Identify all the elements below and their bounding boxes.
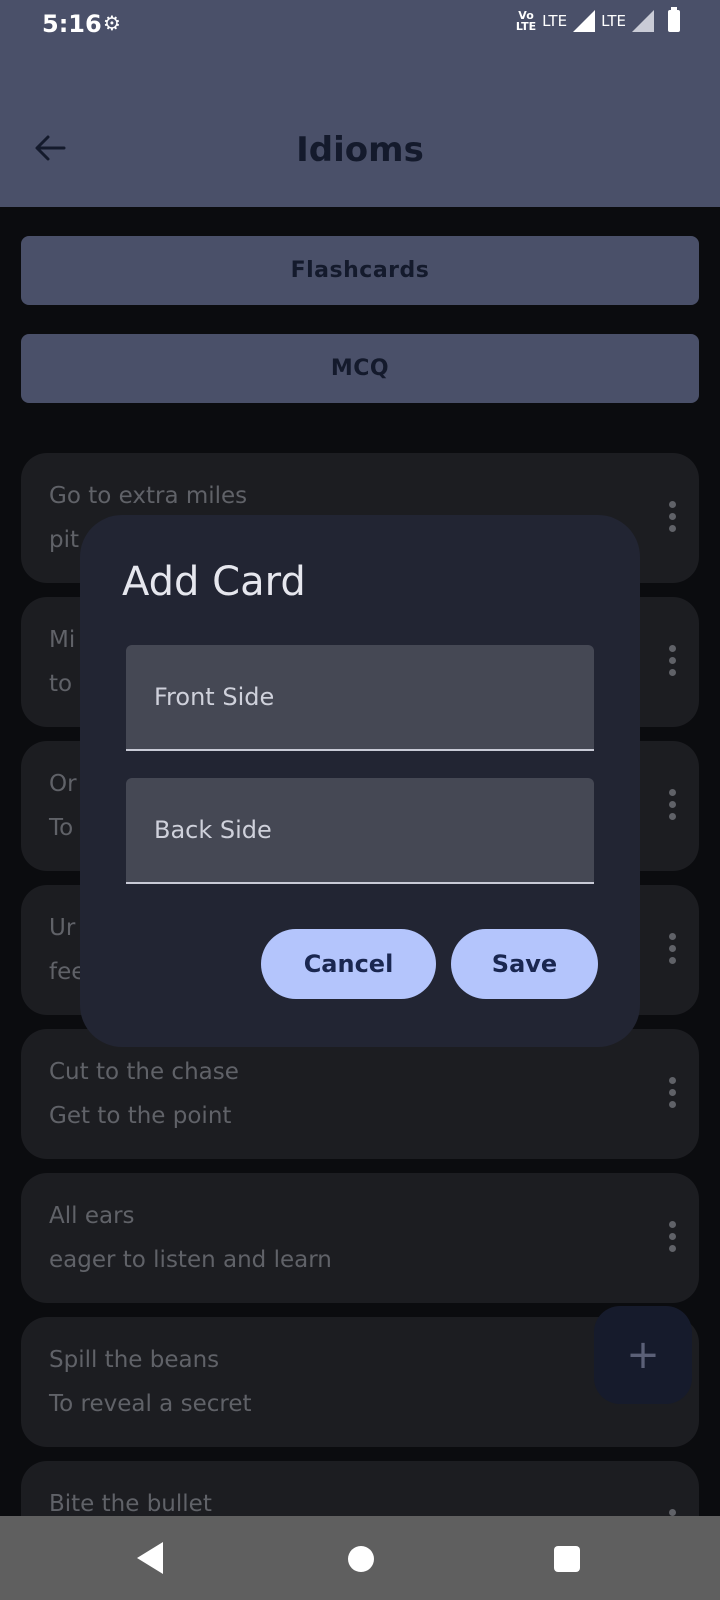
status-time: 5:16 bbox=[42, 10, 102, 38]
signal-icon-2 bbox=[632, 10, 654, 32]
card-back: To bbox=[49, 815, 74, 841]
page-title: Idioms bbox=[296, 130, 424, 170]
front-side-input[interactable] bbox=[126, 645, 594, 749]
settings-notification-icon: ⚙ bbox=[103, 11, 121, 35]
signal-icon-1 bbox=[573, 10, 596, 32]
card-front: Go to extra miles bbox=[49, 483, 248, 509]
volte-icon: Vo LTE bbox=[516, 10, 536, 32]
status-indicators: Vo LTE LTE LTE bbox=[516, 7, 680, 32]
more-options-icon[interactable] bbox=[667, 789, 677, 823]
volte-bottom: LTE bbox=[515, 20, 537, 33]
card-back: To reveal a secret bbox=[49, 1391, 252, 1417]
card-front: Bite the bullet bbox=[49, 1491, 212, 1517]
card-back: to bbox=[49, 671, 73, 697]
back-side-field[interactable] bbox=[126, 778, 594, 884]
add-card-dialog: Add Card Cancel Save bbox=[80, 515, 640, 1047]
card-front: Mi bbox=[49, 627, 76, 653]
card-back: pit bbox=[49, 527, 80, 553]
more-options-icon[interactable] bbox=[667, 1221, 677, 1255]
nav-recents-icon[interactable] bbox=[554, 1546, 580, 1572]
card-front: Ur bbox=[49, 915, 76, 941]
card-front: Or bbox=[49, 771, 77, 797]
battery-icon bbox=[668, 7, 680, 32]
more-options-icon[interactable] bbox=[667, 933, 677, 967]
dialog-title: Add Card bbox=[122, 559, 306, 605]
more-options-icon[interactable] bbox=[667, 1077, 677, 1111]
card-back: eager to listen and learn bbox=[49, 1247, 332, 1273]
status-bar: 5:16 ⚙ Vo LTE LTE LTE bbox=[0, 0, 720, 50]
back-side-input[interactable] bbox=[126, 778, 594, 882]
card-back: Get to the point bbox=[49, 1103, 232, 1129]
card-item[interactable]: All ears eager to listen and learn bbox=[21, 1173, 699, 1303]
mcq-button[interactable]: MCQ bbox=[21, 334, 699, 403]
card-front: All ears bbox=[49, 1203, 135, 1229]
flashcards-button[interactable]: Flashcards bbox=[21, 236, 699, 305]
add-card-fab[interactable]: + bbox=[594, 1306, 692, 1404]
card-front: Spill the beans bbox=[49, 1347, 220, 1373]
more-options-icon[interactable] bbox=[667, 645, 677, 679]
lte-label-1: LTE bbox=[542, 12, 568, 30]
system-nav-bar bbox=[0, 1516, 720, 1600]
nav-home-icon[interactable] bbox=[348, 1546, 374, 1572]
front-side-field[interactable] bbox=[126, 645, 594, 751]
nav-back-icon[interactable] bbox=[137, 1542, 163, 1574]
more-options-icon[interactable] bbox=[667, 501, 677, 535]
card-front: Cut to the chase bbox=[49, 1059, 239, 1085]
lte-label-2: LTE bbox=[601, 12, 626, 30]
app-bar: 5:16 ⚙ Vo LTE LTE LTE Idioms bbox=[0, 0, 720, 207]
card-item[interactable]: Cut to the chase Get to the point bbox=[21, 1029, 699, 1159]
cancel-button[interactable]: Cancel bbox=[261, 929, 436, 999]
save-button[interactable]: Save bbox=[451, 929, 598, 999]
